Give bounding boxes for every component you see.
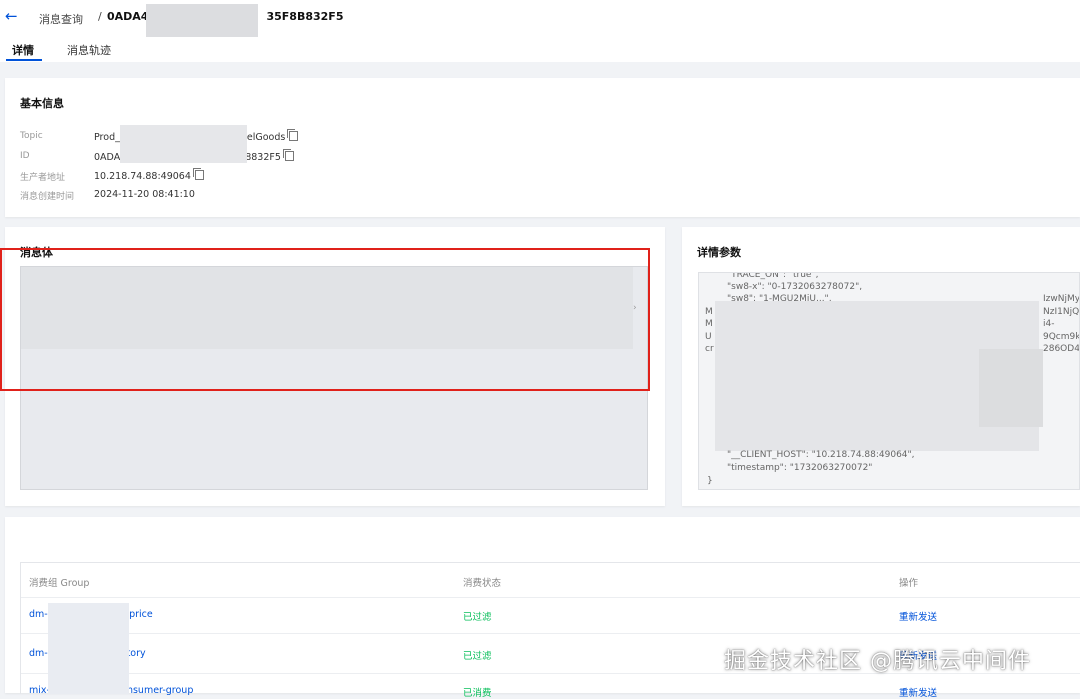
json-fragment: M [705,319,713,329]
json-line: } [707,476,713,486]
arrow-left-icon[interactable]: ← [5,8,18,24]
json-fragment: NzI1NjQ [1043,307,1080,317]
watermark: 掘金技术社区 @腾讯云中间件 [724,649,1031,674]
id-label: ID [20,151,30,161]
top-bar: ← 消息查询 / 0ADA4/35F8B832F5 详情 消息轨迹 [0,0,1080,62]
breadcrumb-parent[interactable]: 消息查询 [39,11,83,27]
json-line: "__CLIENT_HOST": "10.218.74.88:49064", [727,450,915,460]
json-line: "sw8-x": "0-1732063278072", [727,282,863,292]
redaction-mask [120,125,247,163]
json-line: "timestamp": "1732063270072" [727,463,873,473]
redaction-mask [146,4,258,37]
basic-info-title: 基本信息 [20,97,64,110]
column-header-action: 操作 [899,578,919,589]
tab-message-trace[interactable]: 消息轨迹 [67,42,111,58]
json-fragment: 286OD4 [1043,344,1080,354]
column-header-group: 消费组 Group [29,578,90,589]
column-header-status: 消费状态 [463,578,502,589]
copy-icon[interactable] [282,149,294,161]
json-line: "TRACE_ON": "true", [727,272,819,280]
status-badge: 已消费 [463,688,492,699]
highlight-box [0,248,650,391]
status-badge: 已过滤 [463,651,492,662]
resend-button[interactable]: 重新发送 [899,685,937,699]
copy-icon[interactable] [287,129,299,141]
resend-button[interactable]: 重新发送 [899,609,937,623]
producer-address-value: 10.218.74.88:49064 [94,168,204,182]
detail-params-title: 详情参数 [697,246,741,259]
json-fragment: 9Qcm9k [1043,332,1080,342]
producer-address-label: 生产者地址 [20,173,66,183]
json-fragment: IzwNjMy [1043,294,1080,304]
status-badge: 已过滤 [463,612,492,623]
detail-params-json: "TRACE_ON": "true", "sw8-x": "0-17320632… [698,272,1080,490]
created-time-value: 2024-11-20 08:41:10 [94,189,195,200]
tab-details[interactable]: 详情 [12,42,34,58]
json-fragment: U [705,332,712,342]
json-fragment: cr [705,344,714,354]
json-fragment: M [705,307,713,317]
breadcrumb-separator: / [98,10,102,23]
topic-label: Topic [20,131,43,141]
json-fragment: i4- [1043,319,1055,329]
active-tab-indicator [6,59,42,61]
created-time-label: 消息创建时间 [20,192,75,202]
redaction-mask [979,349,1043,427]
message-id-suffix: 35F8B832F5 [266,10,344,23]
copy-icon[interactable] [192,168,204,180]
redaction-mask [48,603,129,694]
divider [21,633,1080,634]
divider [21,597,1080,598]
